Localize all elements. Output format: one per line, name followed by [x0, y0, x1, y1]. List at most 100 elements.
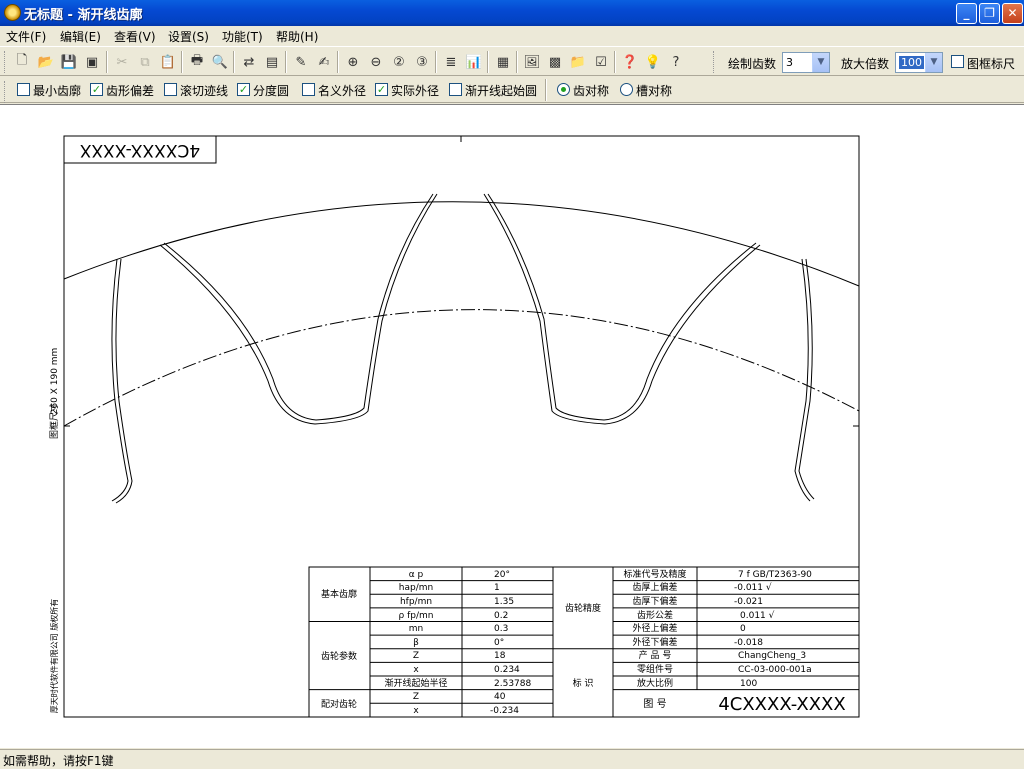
involute-start-circle-checkbox[interactable]	[449, 83, 462, 96]
chart-icon[interactable]: 📊	[464, 52, 484, 72]
check-image-icon[interactable]: ☑	[591, 52, 611, 72]
param-name: mn	[409, 624, 423, 634]
toolbar-grip[interactable]	[4, 81, 7, 103]
toolbar-grip[interactable]	[713, 51, 716, 73]
app-gear-icon[interactable]	[4, 4, 21, 21]
toolbar-separator	[285, 51, 287, 73]
toolbar-separator	[435, 51, 437, 73]
chevron-down-icon[interactable]: ▼	[812, 53, 829, 72]
export-icon[interactable]: ⇄	[239, 52, 259, 72]
chevron-down-icon[interactable]: ▼	[925, 53, 942, 72]
close-button[interactable]: ✕	[1002, 3, 1023, 24]
zoom-out-icon[interactable]: ⊖	[366, 52, 386, 72]
minimize-button[interactable]: _	[956, 3, 977, 24]
tooth-count-select[interactable]: 3 ▼	[782, 52, 830, 73]
menu-file[interactable]: 文件(F)	[6, 28, 46, 45]
menu-functions[interactable]: 功能(T)	[222, 28, 263, 45]
profile-deviation-label[interactable]: 齿形偏差	[106, 82, 154, 99]
toolbar-separator	[181, 51, 183, 73]
save-icon[interactable]: 💾	[59, 52, 79, 72]
actual-od-label[interactable]: 实际外径	[391, 82, 439, 99]
zoom-in-icon[interactable]: ⊕	[343, 52, 363, 72]
whats-this-help-icon[interactable]: ❓	[620, 52, 640, 72]
pitch-circle-label[interactable]: 分度圆	[253, 82, 289, 99]
identification-label: 标 识	[573, 677, 594, 689]
zoom-select[interactable]: 100 ▼	[895, 52, 943, 73]
spec-name: 齿厚下偏差	[632, 595, 677, 607]
spec-name: 外径下偏差	[632, 636, 677, 648]
title-bar[interactable]: 无标题 - 渐开线齿廓 _ ❐ ✕	[0, 0, 1024, 26]
menu-bar: 文件(F) 编辑(E) 查看(V) 设置(S) 功能(T) 帮助(H)	[0, 26, 1024, 45]
param-value: 20°	[494, 570, 510, 580]
cut-icon[interactable]: ✂	[112, 52, 132, 72]
copy-icon[interactable]: ⧉	[135, 52, 155, 72]
zoom-2-icon[interactable]: ②	[389, 52, 409, 72]
involute-start-circle-label[interactable]: 渐开线起始圆	[465, 82, 537, 99]
folder-image-icon[interactable]: 📁	[568, 52, 588, 72]
zoom-label: 放大倍数	[841, 57, 890, 71]
tooth-profiles	[111, 193, 815, 504]
open-folder-icon[interactable]: 📂	[36, 52, 56, 72]
toolbar-separator	[233, 51, 235, 73]
print-preview-icon[interactable]: 🔍	[210, 52, 230, 72]
edit-table-icon[interactable]: ✍	[314, 52, 334, 72]
spec-value: -0.011 √	[734, 582, 772, 593]
frame-icon[interactable]: ▤	[262, 52, 282, 72]
status-bar: 如需帮助，请按F1键	[0, 749, 1024, 768]
min-profile-checkbox[interactable]	[17, 83, 30, 96]
slot-symmetric-label[interactable]: 槽对称	[636, 82, 672, 99]
save-default-icon[interactable]: ▣	[82, 52, 102, 72]
properties-icon[interactable]: ▦	[493, 52, 513, 72]
menu-help[interactable]: 帮助(H)	[276, 28, 318, 45]
toolbar-separator	[545, 79, 547, 101]
toolbar-grip[interactable]	[4, 51, 7, 73]
paste-icon[interactable]: 📋	[158, 52, 178, 72]
actual-od-checkbox[interactable]: ✓	[375, 83, 388, 96]
hobbing-trace-checkbox[interactable]	[164, 83, 177, 96]
gear-drawing: 4CXXXX-XXXX 图框尺寸 260 X 190 mm 厚天时代软件有限公司…	[48, 135, 860, 718]
tooth-symmetric-radio[interactable]	[557, 83, 570, 96]
tooth-count-label: 绘制齿数	[728, 57, 777, 71]
param-name: x	[413, 665, 419, 675]
pitch-circle-checkbox[interactable]: ✓	[237, 83, 250, 96]
spec-name: 齿形公差	[637, 609, 673, 621]
restore-button[interactable]: ❐	[979, 3, 1000, 24]
min-profile-label[interactable]: 最小齿廓	[33, 82, 81, 99]
print-icon[interactable]: 🖶	[187, 52, 207, 72]
new-file-icon[interactable]: 🗋	[12, 52, 32, 72]
spec-name: 标准代号及精度	[623, 568, 686, 580]
spec-name: 放大比例	[637, 677, 673, 689]
slot-symmetric-radio[interactable]	[620, 83, 633, 96]
mating-gear-label: 配对齿轮	[321, 698, 357, 710]
tooth-symmetric-label[interactable]: 齿对称	[573, 82, 609, 99]
picture-icon[interactable]: ▩	[545, 52, 565, 72]
spec-value: CC-03-000-001a	[738, 665, 812, 675]
drawing-canvas[interactable]: 4CXXXX-XXXX 图框尺寸 260 X 190 mm 厚天时代软件有限公司…	[0, 104, 1024, 748]
image-icon[interactable]: 🖼	[522, 52, 542, 72]
edit-params-icon[interactable]: ✎	[291, 52, 311, 72]
param-value: 0°	[494, 638, 504, 648]
corner-drawing-number: 4CXXXX-XXXX	[79, 140, 200, 160]
menu-edit[interactable]: 编辑(E)	[60, 28, 101, 45]
param-value: 0.234	[494, 665, 520, 675]
param-value: 18	[494, 651, 506, 661]
toolbar-separator	[106, 51, 108, 73]
app-window: 无标题 - 渐开线齿廓 _ ❐ ✕ 文件(F) 编辑(E) 查看(V) 设置(S…	[0, 0, 1024, 768]
spec-value: ChangCheng_3	[738, 651, 806, 661]
menu-view[interactable]: 查看(V)	[114, 28, 156, 45]
drawing-no-label: 图 号	[643, 698, 666, 710]
zoom-3-icon[interactable]: ③	[412, 52, 432, 72]
tips-icon[interactable]: 💡	[643, 52, 663, 72]
company-copyright: 厚天时代软件有限公司 版权所有	[49, 599, 59, 714]
param-value: -0.234	[490, 706, 519, 716]
nominal-od-label[interactable]: 名义外径	[318, 82, 366, 99]
nominal-od-checkbox[interactable]	[302, 83, 315, 96]
menu-settings[interactable]: 设置(S)	[168, 28, 209, 45]
param-name: x	[413, 706, 419, 716]
hobbing-trace-label[interactable]: 滚切迹线	[180, 82, 228, 99]
align-icon[interactable]: ≣	[441, 52, 461, 72]
frame-ruler-checkbox[interactable]	[951, 55, 964, 68]
toolbar-separator	[337, 51, 339, 73]
profile-deviation-checkbox[interactable]: ✓	[90, 83, 103, 96]
help-icon[interactable]: ?	[666, 52, 686, 72]
